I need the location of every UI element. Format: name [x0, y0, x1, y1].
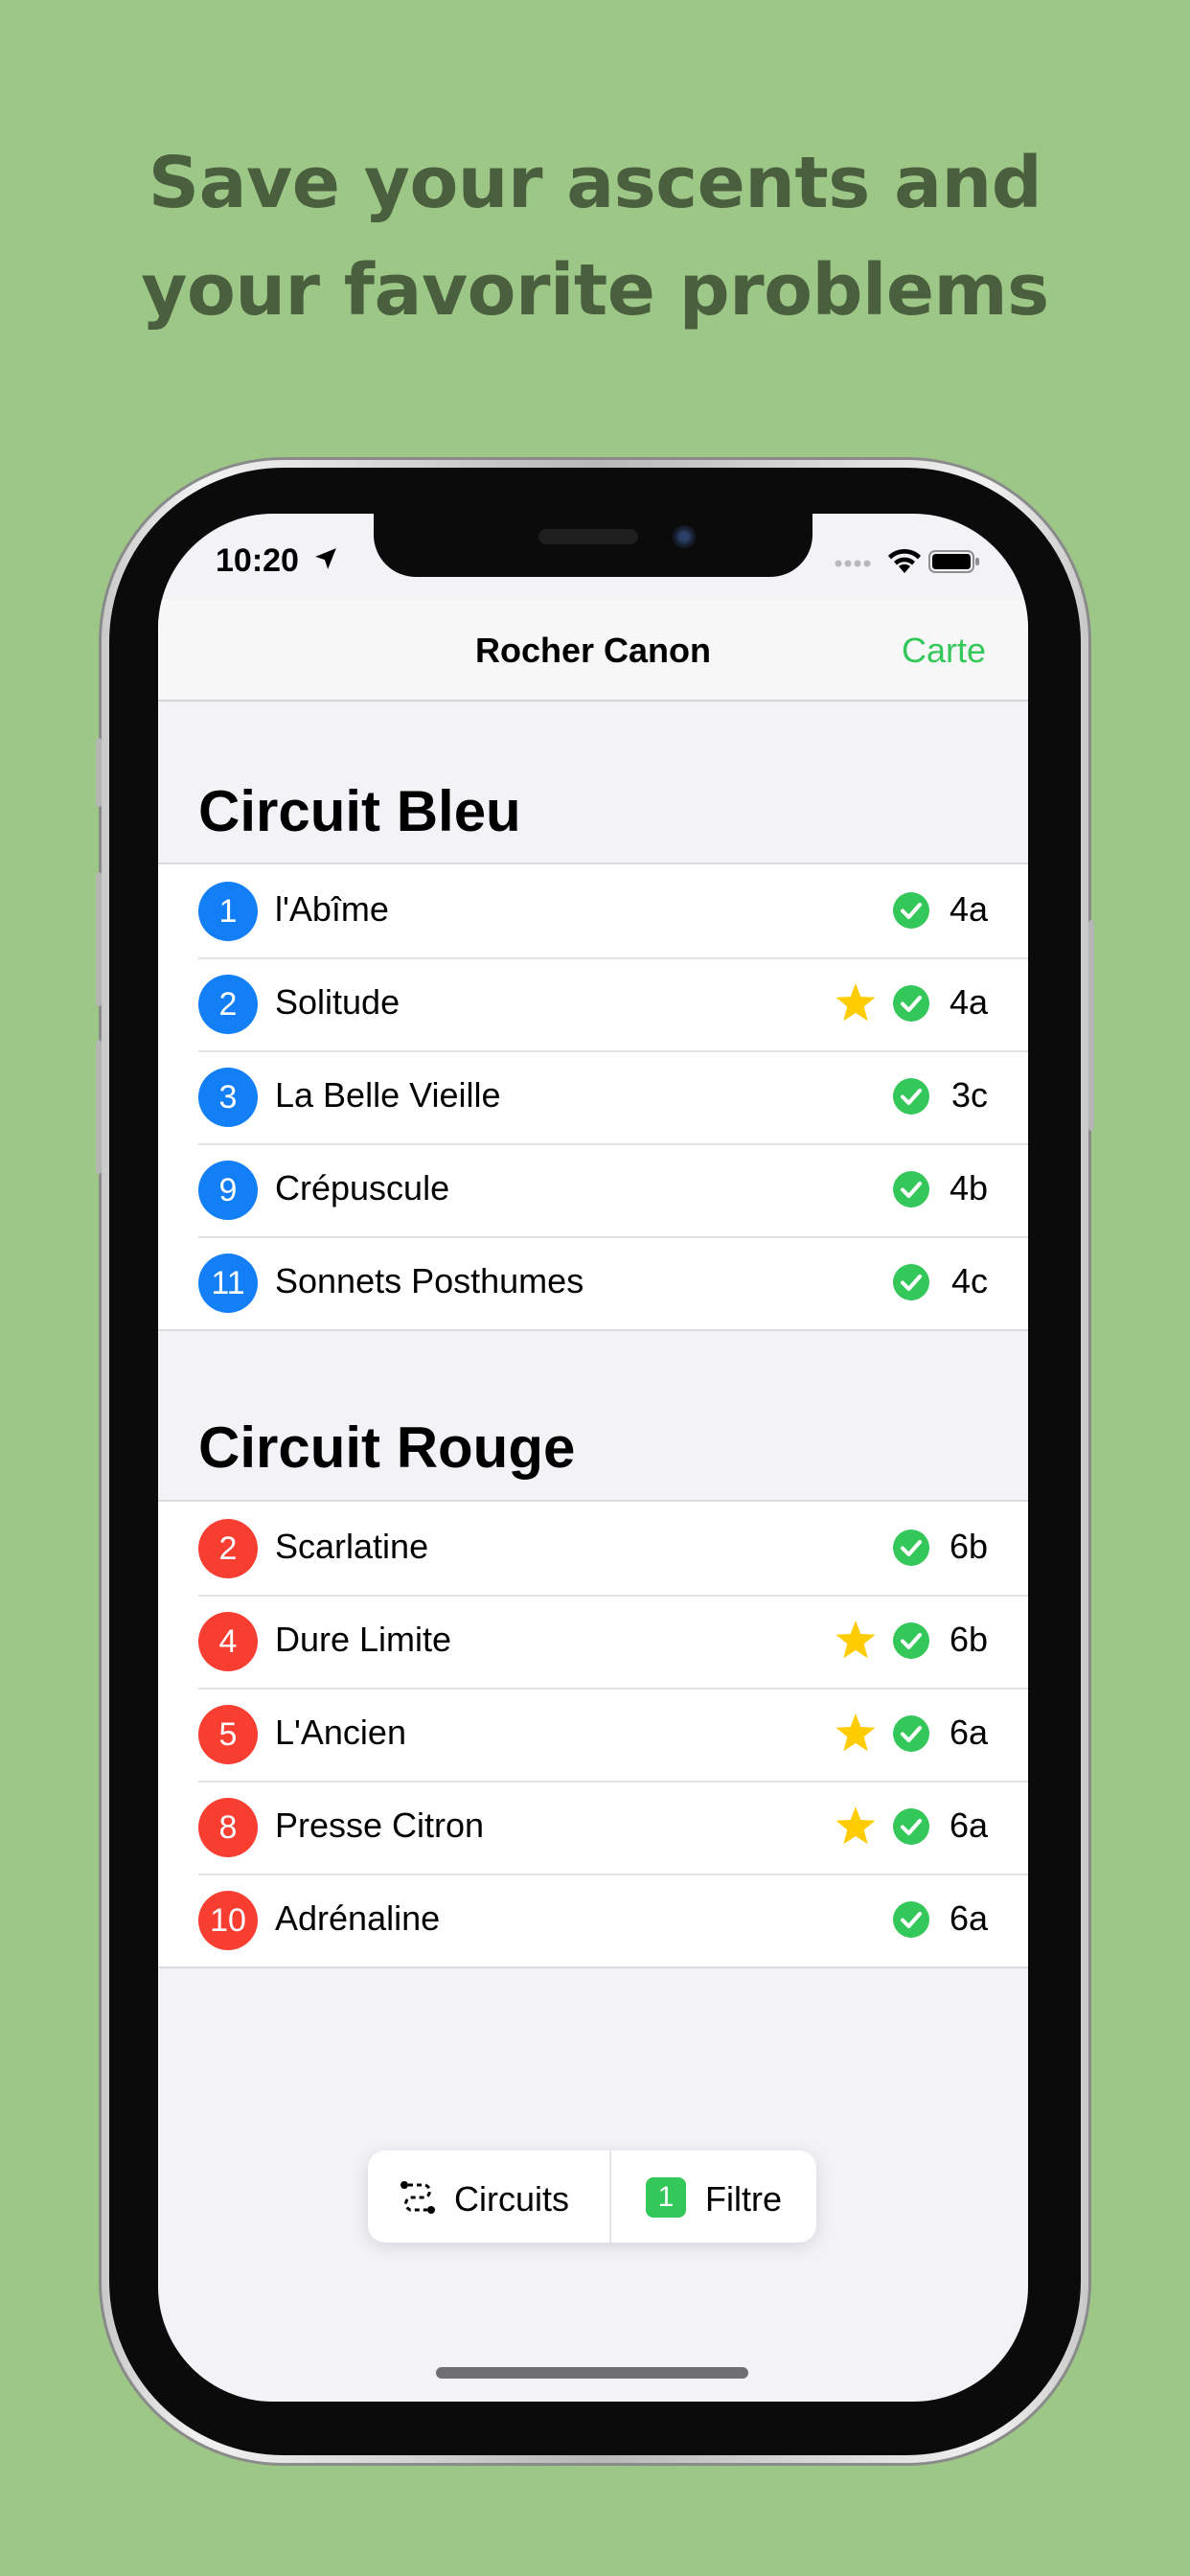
section-header-circuit-rouge: Circuit Rouge [198, 1415, 576, 1480]
map-button[interactable]: Carte [902, 631, 986, 671]
problem-grade: 6a [949, 1806, 988, 1845]
cellular-dots-icon [835, 560, 871, 567]
checkmark-circle-icon [893, 1715, 929, 1752]
checkmark-circle-icon [893, 1530, 929, 1566]
problem-number-badge: 2 [198, 975, 258, 1034]
navigation-bar: Rocher Canon Carte [158, 600, 1028, 702]
problem-name: Crépuscule [275, 1168, 450, 1208]
camera-notch [374, 514, 812, 577]
problem-grade: 6a [949, 1713, 988, 1752]
phone-screen: 10:20 Rocher Canon Carte Circuit Bleu 1 [158, 514, 1028, 2402]
checkmark-circle-icon [893, 985, 929, 1022]
problem-grade: 4c [950, 1261, 988, 1300]
problem-name: Dure Limite [275, 1620, 452, 1659]
problem-number-badge: 4 [198, 1612, 258, 1671]
nav-title: Rocher Canon [474, 631, 712, 670]
problem-name: L'Ancien [275, 1713, 406, 1752]
problem-number-badge: 8 [198, 1798, 258, 1857]
problem-number-badge: 5 [198, 1705, 258, 1764]
circuits-button[interactable]: Circuits [368, 2150, 609, 2242]
headline-line-2: your favorite problems [141, 249, 1049, 332]
list-item[interactable]: 4 Dure Limite 6b [158, 1595, 1028, 1688]
volume-up-button [96, 872, 102, 1006]
problem-grade: 6b [949, 1527, 988, 1566]
problem-grade: 3c [950, 1075, 988, 1115]
volume-down-button [96, 1040, 102, 1174]
home-indicator[interactable] [436, 2367, 748, 2379]
list-item[interactable]: 9 Crépuscule 4b [158, 1143, 1028, 1236]
problem-name: Adrénaline [275, 1898, 441, 1938]
list-item[interactable]: 2 Solitude 4a [158, 957, 1028, 1050]
star-icon [835, 983, 876, 1022]
problem-grade: 6b [949, 1620, 988, 1659]
checkmark-circle-icon [893, 1078, 929, 1115]
problem-list-circuit-rouge: 2 Scarlatine 6b 4 Dure Limite 6b 5 L'Anc… [158, 1500, 1028, 1968]
status-time: 10:20 [216, 542, 299, 579]
problem-name: Scarlatine [275, 1527, 429, 1566]
list-item[interactable]: 10 Adrénaline 6a [158, 1874, 1028, 1966]
problem-name: l'Abîme [275, 889, 389, 929]
problem-number-badge: 9 [198, 1161, 258, 1220]
checkmark-circle-icon [893, 1901, 929, 1938]
route-icon [400, 2181, 435, 2214]
problem-grade: 4a [949, 982, 988, 1022]
wifi-icon [888, 548, 921, 573]
headline-line-1: Save your ascents and [148, 142, 1042, 224]
star-icon [835, 1806, 876, 1845]
list-item[interactable]: 3 La Belle Vieille 3c [158, 1050, 1028, 1143]
bottom-toolbar: Circuits 1 Filtre [368, 2150, 816, 2242]
problem-name: Sonnets Posthumes [275, 1261, 584, 1300]
location-arrow-icon [315, 548, 336, 569]
filter-button[interactable]: 1 Filtre [611, 2150, 816, 2242]
filter-label: Filtre [705, 2179, 782, 2219]
problem-number-badge: 1 [198, 882, 258, 941]
checkmark-circle-icon [893, 1808, 929, 1845]
marketing-headline: Save your ascents and your favorite prob… [0, 129, 1190, 344]
list-item[interactable]: 1 l'Abîme 4a [158, 864, 1028, 957]
silent-switch [96, 738, 102, 807]
section-header-circuit-bleu: Circuit Bleu [198, 779, 521, 843]
problem-number-badge: 3 [198, 1068, 258, 1127]
checkmark-circle-icon [893, 1264, 929, 1300]
filter-count-badge: 1 [646, 2177, 686, 2218]
star-icon [835, 1621, 876, 1659]
checkmark-circle-icon [893, 1622, 929, 1659]
problem-number-badge: 10 [198, 1891, 258, 1950]
power-button [1088, 920, 1094, 1131]
checkmark-circle-icon [893, 892, 929, 929]
problem-grade: 4b [949, 1168, 988, 1208]
list-item[interactable]: 8 Presse Citron 6a [158, 1781, 1028, 1874]
circuits-label: Circuits [454, 2179, 570, 2219]
list-item[interactable]: 11 Sonnets Posthumes 4c [158, 1236, 1028, 1329]
problem-number-badge: 11 [198, 1254, 258, 1313]
problem-number-badge: 2 [198, 1519, 258, 1578]
list-item[interactable]: 5 L'Ancien 6a [158, 1688, 1028, 1781]
star-icon [835, 1714, 876, 1752]
problem-name: Presse Citron [275, 1806, 485, 1845]
problem-name: Solitude [275, 982, 400, 1022]
battery-icon [928, 550, 979, 573]
problem-list-circuit-bleu: 1 l'Abîme 4a 2 Solitude 4a 3 La Belle Vi… [158, 862, 1028, 1331]
list-item[interactable]: 2 Scarlatine 6b [158, 1502, 1028, 1595]
problem-name: La Belle Vieille [275, 1075, 501, 1115]
problem-grade: 6a [949, 1898, 988, 1938]
checkmark-circle-icon [893, 1171, 929, 1208]
problem-grade: 4a [949, 889, 988, 929]
